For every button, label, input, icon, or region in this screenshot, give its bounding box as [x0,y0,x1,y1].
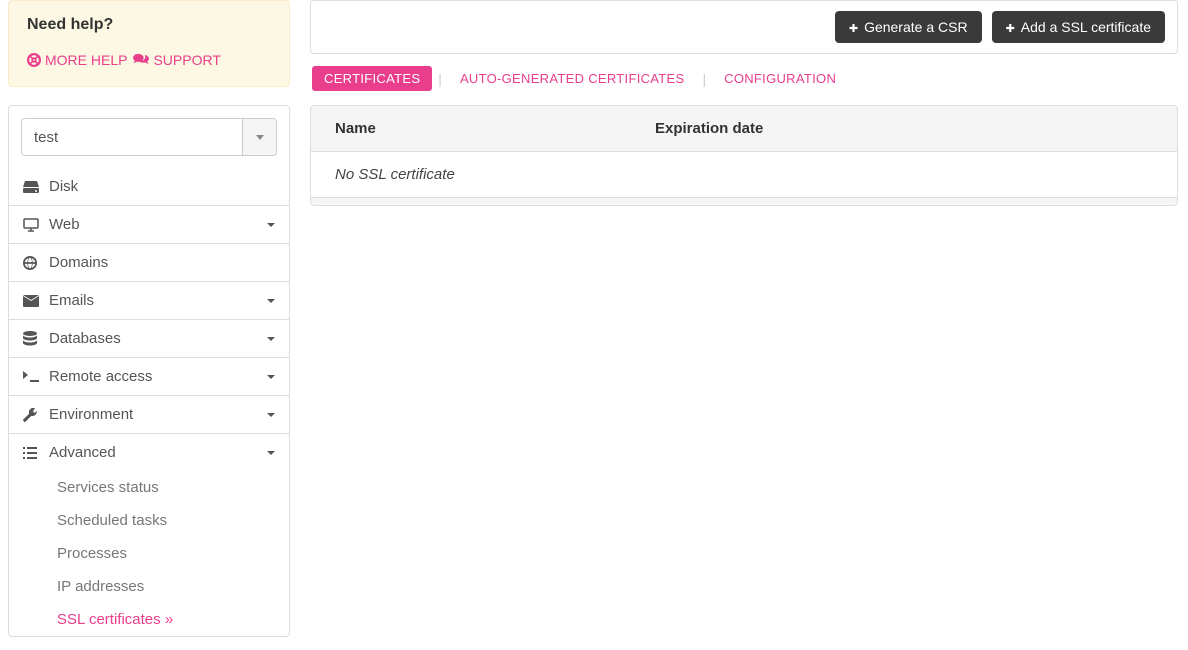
sidebar-item-advanced[interactable]: Advanced [9,433,289,471]
terminal-icon [23,371,39,383]
subnav-processes[interactable]: Processes [9,537,289,570]
envelope-icon [23,295,39,307]
hdd-icon [23,180,39,194]
support-link[interactable]: SUPPORT [133,52,220,68]
life-ring-icon [27,53,41,67]
desktop-icon [23,218,39,232]
col-name-header: Name [335,120,655,137]
help-title: Need help? [27,16,271,34]
support-label: SUPPORT [153,52,220,68]
chevron-down-icon [267,299,275,303]
empty-message: No SSL certificate [311,152,1177,197]
tabs: CERTIFICATES | AUTO-GENERATED CERTIFICAT… [310,66,1178,91]
sidebar-item-domains[interactable]: Domains [9,243,289,281]
generate-csr-button[interactable]: Generate a CSR [835,11,982,43]
subnav-ssl-certificates[interactable]: SSL certificates » [9,603,289,636]
globe-icon [23,256,39,270]
table-header: Name Expiration date [311,106,1177,152]
chevron-down-icon [267,223,275,227]
table-footer [311,197,1177,205]
sidebar-item-environment[interactable]: Environment [9,395,289,433]
more-help-label: MORE HELP [45,52,127,68]
sidebar-item-label: Environment [49,406,255,423]
tab-certificates[interactable]: CERTIFICATES [312,66,432,91]
add-ssl-button[interactable]: Add a SSL certificate [992,11,1165,43]
col-expiration-header: Expiration date [655,120,1153,137]
sidebar-item-label: Disk [49,178,275,195]
tab-auto-generated[interactable]: AUTO-GENERATED CERTIFICATES [448,66,697,91]
database-icon [23,331,39,347]
chevron-down-icon [267,413,275,417]
certificates-table: Name Expiration date No SSL certificate [310,105,1178,206]
sidebar-item-label: Domains [49,254,275,271]
sidebar-item-web[interactable]: Web [9,205,289,243]
sidebar-panel: test Disk Web [8,105,290,637]
sidebar-item-label: Advanced [49,444,255,461]
tab-configuration[interactable]: CONFIGURATION [712,66,848,91]
sidebar-item-label: Emails [49,292,255,309]
sidebar-item-remote-access[interactable]: Remote access [9,357,289,395]
chevron-down-icon [242,119,276,155]
sidebar-item-label: Remote access [49,368,255,385]
help-panel: Need help? MORE HELP SUPPORT [8,0,290,87]
generate-csr-label: Generate a CSR [864,19,968,35]
plus-icon [849,19,858,35]
comments-icon [133,53,149,67]
tab-separator: | [703,71,707,87]
chevron-down-icon [267,451,275,455]
plus-icon [1006,19,1015,35]
sidebar-item-label: Databases [49,330,255,347]
subnav-scheduled-tasks[interactable]: Scheduled tasks [9,504,289,537]
sidebar-item-emails[interactable]: Emails [9,281,289,319]
sidebar-item-databases[interactable]: Databases [9,319,289,357]
add-ssl-label: Add a SSL certificate [1021,19,1151,35]
account-select-value: test [22,119,242,155]
chevron-down-icon [267,375,275,379]
more-help-link[interactable]: MORE HELP [27,52,127,68]
wrench-icon [23,408,39,422]
account-select[interactable]: test [21,118,277,156]
subnav-ip-addresses[interactable]: IP addresses [9,570,289,603]
toolbar: Generate a CSR Add a SSL certificate [310,0,1178,54]
tab-separator: | [438,71,442,87]
chevron-down-icon [267,337,275,341]
sidebar-item-label: Web [49,216,255,233]
subnav-services-status[interactable]: Services status [9,471,289,504]
list-icon [23,447,39,459]
sidebar-item-disk[interactable]: Disk [9,168,289,205]
